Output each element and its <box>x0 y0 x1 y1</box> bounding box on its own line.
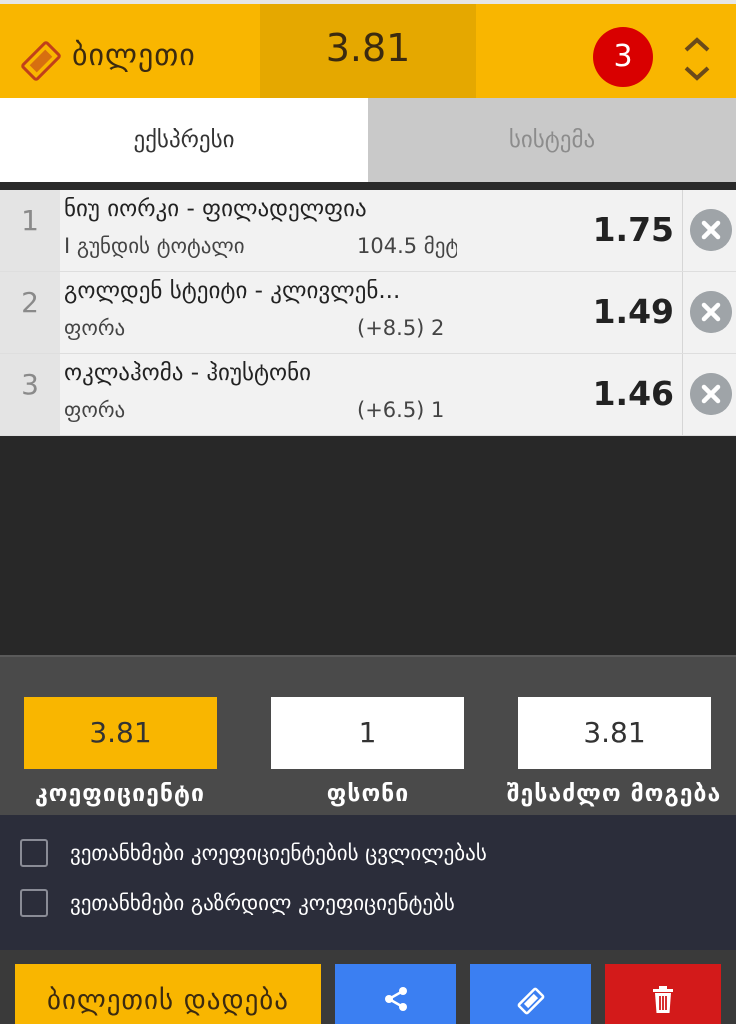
bet-market: ფორა <box>64 316 126 340</box>
checkbox-box[interactable] <box>20 839 48 867</box>
accept-odds-changes-label: ვეთანხმები კოეფიციენტების ცვლილებას <box>70 841 487 865</box>
bet-selection: (+6.5) 1 <box>357 398 445 422</box>
total-odds-field: 3.81 <box>24 697 217 769</box>
remove-bet-button[interactable] <box>682 272 736 353</box>
tab-system[interactable]: სისტემა <box>368 98 736 182</box>
bet-market: ფორა <box>64 398 126 422</box>
ticket-icon <box>21 41 61 81</box>
close-icon <box>690 373 732 415</box>
possible-win-label: შესაძლო მოგება <box>506 781 722 807</box>
close-icon <box>690 291 732 333</box>
bet-type-tabs: ექსპრესი სისტემა <box>0 98 736 182</box>
ticket-icon <box>517 987 544 1015</box>
bet-number: 3 <box>0 354 60 435</box>
bet-odds: 1.46 <box>592 374 674 413</box>
bet-count-badge: 3 <box>593 27 653 87</box>
total-odds-box: 3.81 <box>260 4 476 98</box>
bet-row: 3 ოკლაჰომა - ჰიუსტონი ფორა (+6.5) 1 1.46 <box>0 354 736 436</box>
acceptance-options: ვეთანხმები კოეფიციენტების ცვლილებას ვეთა… <box>0 815 736 950</box>
tab-express[interactable]: ექსპრესი <box>0 98 368 182</box>
bet-match: ნიუ იორკი - ფილადელფია <box>64 196 367 222</box>
bet-list: 1 ნიუ იორკი - ფილადელფია I გუნდის ტოტალი… <box>0 190 736 436</box>
bet-row: 2 გოლდენ სტეიტი - კლივლენ... ფორა (+8.5)… <box>0 272 736 354</box>
load-ticket-button[interactable] <box>470 964 591 1024</box>
bet-odds: 1.49 <box>592 292 674 331</box>
odds-label: კოეფიციენტი <box>35 781 205 807</box>
possible-win-field: 3.81 <box>518 697 711 769</box>
action-bar: ბილეთის დადება <box>0 950 736 1024</box>
total-odds: 3.81 <box>325 26 411 70</box>
bet-selection: (+8.5) 2 <box>357 316 445 340</box>
checkbox-box[interactable] <box>20 889 48 917</box>
bet-match: გოლდენ სტეიტი - კლივლენ... <box>64 278 401 304</box>
bet-number: 2 <box>0 272 60 353</box>
place-bet-button[interactable]: ბილეთის დადება <box>15 964 321 1024</box>
betslip-header[interactable]: ბილეთი 3.81 3 <box>0 0 736 98</box>
bet-market: I გუნდის ტოტალი <box>64 234 245 258</box>
bet-odds: 1.75 <box>592 210 674 249</box>
empty-area <box>0 437 736 655</box>
chevron-up-down-icon[interactable] <box>680 32 714 86</box>
stake-label: ფსონი <box>326 781 410 807</box>
share-button[interactable] <box>335 964 456 1024</box>
totals-panel: 3.81 1 3.81 კოეფიციენტი ფსონი შესაძლო მო… <box>0 655 736 815</box>
clear-ticket-button[interactable] <box>605 964 721 1024</box>
betslip-title: ბილეთი <box>72 38 196 73</box>
bet-selection: 104.5 მეტი <box>357 234 457 258</box>
remove-bet-button[interactable] <box>682 354 736 435</box>
bet-row: 1 ნიუ იორკი - ფილადელფია I გუნდის ტოტალი… <box>0 190 736 272</box>
bet-match: ოკლაჰომა - ჰიუსტონი <box>64 360 312 386</box>
bet-number: 1 <box>0 190 60 271</box>
close-icon <box>690 209 732 251</box>
remove-bet-button[interactable] <box>682 190 736 271</box>
share-icon <box>384 987 407 1011</box>
stake-input[interactable]: 1 <box>271 697 464 769</box>
accept-boosted-odds-label: ვეთანხმები გაზრდილ კოეფიციენტებს <box>70 891 455 915</box>
trash-icon <box>653 986 673 1013</box>
